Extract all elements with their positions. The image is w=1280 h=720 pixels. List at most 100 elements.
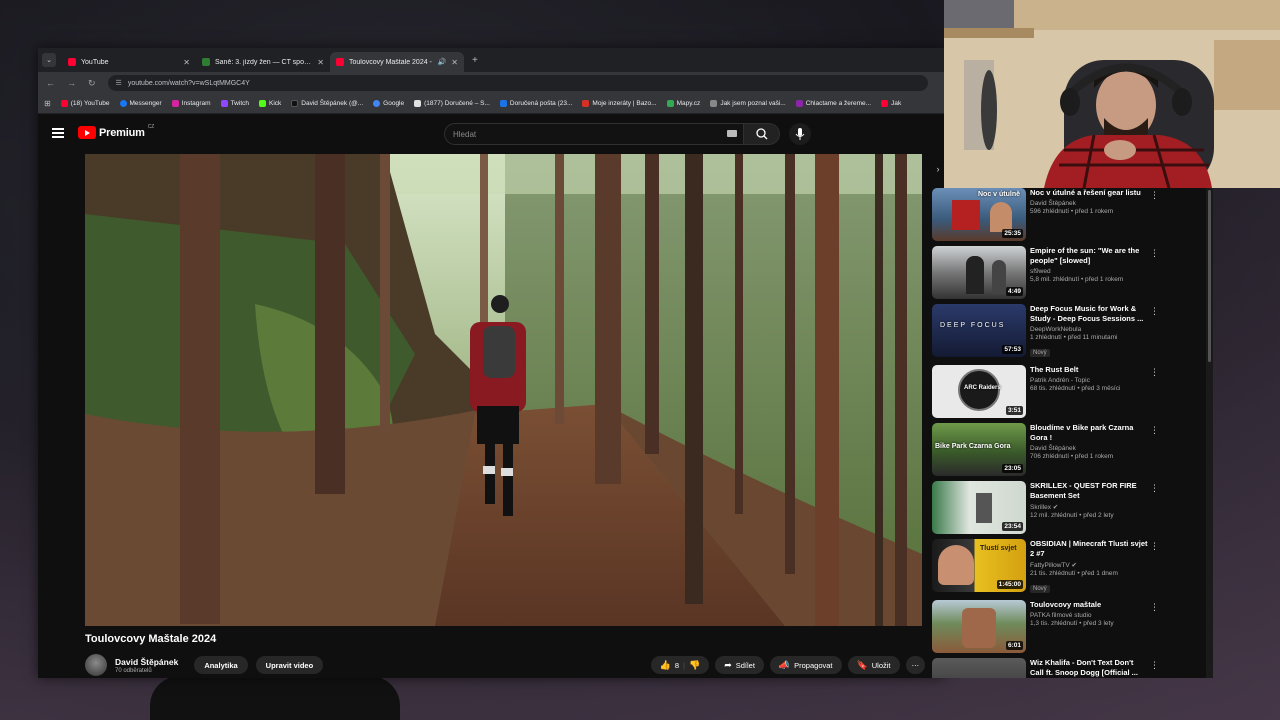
video-thumbnail[interactable]	[932, 658, 1026, 678]
more-vertical-icon[interactable]: ⋮	[1150, 367, 1159, 378]
like-button[interactable]: 👍 8 | 👎	[650, 656, 710, 674]
channel-name[interactable]: PATKA filmové studio	[1030, 612, 1148, 619]
keyboard-icon[interactable]	[727, 130, 737, 137]
video-title[interactable]: Toulovcovy maštale	[1030, 600, 1148, 610]
mail-icon	[414, 100, 422, 107]
recommendation-item[interactable]: Noc v útulně 25:35 Noc v útulné a řešení…	[932, 188, 1208, 244]
more-vertical-icon[interactable]: ⋮	[1150, 190, 1159, 201]
bookmark-himym[interactable]: Jak jsem poznal vaši...	[710, 100, 786, 107]
speaker-icon[interactable]: 🔊	[438, 58, 447, 66]
tab-ct-sport[interactable]: Saně: 3. jízdy žen — ČT sport — ✕	[196, 52, 330, 72]
url-field[interactable]: ☰ youtube.com/watch?v=wSLqtMMGC4Y	[107, 75, 928, 91]
video-thumbnail[interactable]: DEEP FOCUS 57:53	[932, 304, 1026, 357]
thumbs-down-icon[interactable]: 👎	[689, 660, 700, 671]
share-button[interactable]: ➦ Sdílet	[715, 656, 764, 674]
video-player[interactable]	[85, 154, 922, 626]
bookmark-mapy[interactable]: Mapy.cz	[666, 100, 700, 107]
recommendation-item[interactable]: 4:49 Empire of the sun: "We are the peop…	[932, 246, 1208, 302]
video-title[interactable]: Bloudíme v Bike park Czarna Gora !	[1030, 423, 1148, 443]
close-tab-icon[interactable]: ✕	[183, 58, 190, 67]
video-title: Toulovcovy Maštale 2024	[85, 633, 217, 645]
video-thumbnail[interactable]: 6:01	[932, 600, 1026, 653]
site-info-icon[interactable]: ☰	[116, 79, 122, 87]
close-tab-icon[interactable]: ✕	[451, 58, 458, 67]
bookmark-label: Instagram	[181, 100, 211, 107]
channel-name[interactable]: David Štěpánek	[115, 657, 178, 667]
bookmark-inbox[interactable]: Doručená pošta (23...	[499, 100, 572, 107]
channel-avatar[interactable]	[85, 654, 107, 676]
more-vertical-icon[interactable]: ⋮	[1150, 483, 1159, 494]
back-icon[interactable]: ←	[46, 78, 55, 88]
video-title[interactable]: OBSIDIAN | Minecraft Tlusti svjet 2 #7	[1030, 539, 1148, 559]
more-vertical-icon[interactable]: ⋮	[1150, 425, 1159, 436]
channel-name[interactable]: FattyPillowTV ✔	[1030, 561, 1148, 569]
bookmark-google[interactable]: Google	[373, 100, 404, 107]
save-button[interactable]: 🔖 Uložit	[847, 656, 900, 674]
reload-icon[interactable]: ↻	[88, 78, 96, 89]
recommendation-item[interactable]: 6:01 Toulovcovy maštale PATKA filmové st…	[932, 600, 1208, 656]
video-thumbnail[interactable]: Tlustí svjet 1:45:00	[932, 539, 1026, 592]
bookmark-jak[interactable]: Jak	[881, 100, 901, 107]
recommendation-item[interactable]: 23:54 SKRILLEX - QUEST FOR FIRE Basement…	[932, 481, 1208, 537]
youtube-logo[interactable]: Premium CZ	[78, 124, 154, 139]
bookmark-instagram[interactable]: Instagram	[171, 100, 211, 107]
video-title[interactable]: SKRILLEX - QUEST FOR FIRE Basement Set	[1030, 481, 1148, 501]
video-thumbnail[interactable]: Noc v útulně 25:35	[932, 188, 1026, 241]
more-vertical-icon[interactable]: ⋮	[1150, 602, 1159, 613]
video-title[interactable]: Wiz Khalifa - Don't Text Don't Call ft. …	[1030, 658, 1148, 678]
recommendation-item[interactable]: Tlustí svjet 1:45:00 OBSIDIAN | Minecraf…	[932, 539, 1208, 599]
channel-name[interactable]: Patrik Andrén - Topic	[1030, 377, 1148, 384]
close-tab-icon[interactable]: ✕	[317, 58, 324, 67]
video-thumbnail[interactable]: ARC Raiders 3:51	[932, 365, 1026, 418]
sidebar-arrow-icon[interactable]: ›	[932, 160, 944, 178]
search-button[interactable]	[744, 123, 780, 145]
more-vertical-icon[interactable]: ⋮	[1150, 660, 1159, 671]
bookmark-chlactame[interactable]: Chlactame a žereme...	[795, 100, 871, 107]
video-title[interactable]: The Rust Belt	[1030, 365, 1148, 375]
bookmark-youtube[interactable]: (18) YouTube	[60, 100, 110, 107]
channel-name[interactable]: David Štěpánek	[1030, 445, 1148, 452]
video-thumbnail[interactable]: 4:49	[932, 246, 1026, 299]
video-title[interactable]: Deep Focus Music for Work & Study - Deep…	[1030, 304, 1148, 324]
bookmark-kick[interactable]: Kick	[258, 100, 281, 107]
more-vertical-icon[interactable]: ⋮	[1150, 541, 1159, 552]
more-actions-button[interactable]: ⋯	[905, 656, 925, 674]
promote-button[interactable]: 📣 Propagovat	[769, 656, 842, 674]
bookmark-messenger[interactable]: Messenger	[119, 100, 162, 107]
new-badge: Nový	[1030, 349, 1050, 357]
video-title[interactable]: Noc v útulné a řešení gear listu	[1030, 188, 1148, 198]
more-vertical-icon[interactable]: ⋮	[1150, 248, 1159, 259]
bookmark-bazos[interactable]: Moje inzeráty | Bazo...	[582, 100, 657, 107]
tab-search-button[interactable]: ⌄	[42, 53, 56, 67]
forward-icon[interactable]: →	[67, 78, 76, 88]
youtube-icon	[60, 100, 68, 107]
video-meta: The Rust Belt Patrik Andrén - Topic 68 t…	[1030, 365, 1148, 392]
more-vertical-icon[interactable]: ⋮	[1150, 306, 1159, 317]
recommendation-item[interactable]: Wiz Khalifa - Don't Text Don't Call ft. …	[932, 658, 1208, 678]
new-tab-icon[interactable]: +	[472, 55, 478, 66]
channel-name[interactable]: DeepWorkNebula	[1030, 326, 1148, 333]
video-thumbnail[interactable]: Bike Park Czarna Gora 23:05	[932, 423, 1026, 476]
channel-name[interactable]: Skrillex ✔	[1030, 503, 1148, 511]
channel-name[interactable]: sf9wed	[1030, 268, 1148, 275]
tab-youtube[interactable]: YouTube ✕	[62, 52, 196, 72]
recommendation-item[interactable]: Bike Park Czarna Gora 23:05 Bloudíme v B…	[932, 423, 1208, 479]
bookmark-label: Moje inzeráty | Bazo...	[592, 100, 657, 107]
menu-icon[interactable]	[52, 128, 64, 138]
video-title[interactable]: Empire of the sun: "We are the people" […	[1030, 246, 1148, 266]
recommendation-item[interactable]: ARC Raiders 3:51 The Rust Belt Patrik An…	[932, 365, 1208, 421]
scrollbar-thumb[interactable]	[1208, 190, 1211, 362]
search-input[interactable]: Hledat	[444, 123, 744, 145]
channel-name[interactable]: David Štěpánek	[1030, 200, 1148, 207]
bookmark-seznam-mail[interactable]: (1877) Doručené – S...	[414, 100, 490, 107]
edit-video-button[interactable]: Upravit video	[255, 656, 324, 674]
bookmark-twitch[interactable]: Twitch	[220, 100, 249, 107]
video-thumbnail[interactable]: 23:54	[932, 481, 1026, 534]
analytics-button[interactable]: Analytika	[194, 656, 248, 674]
apps-grid-icon[interactable]: ⊞	[44, 99, 51, 108]
recommendation-item[interactable]: DEEP FOCUS 57:53 Deep Focus Music for Wo…	[932, 304, 1208, 364]
tab-current-video[interactable]: Toulovcovy Maštale 2024 - 🔊 ✕	[330, 52, 464, 72]
bookmark-tiktok[interactable]: David Štěpánek (@...	[291, 100, 363, 107]
bazos-icon	[582, 100, 590, 107]
voice-search-button[interactable]	[789, 123, 811, 145]
